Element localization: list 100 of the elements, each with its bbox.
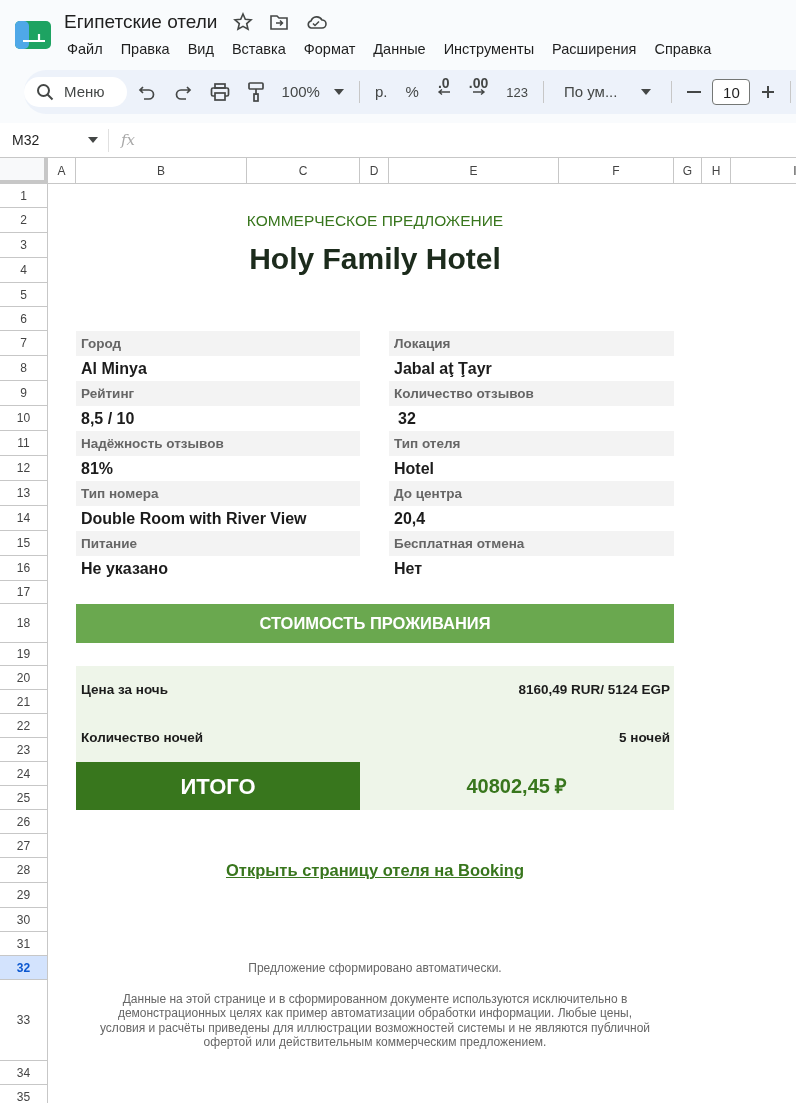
font-size-field[interactable]: 10 [712,79,751,106]
spreadsheet-logo-icon[interactable] [14,20,52,51]
search-icon [36,83,54,102]
column-header[interactable]: H [702,158,731,185]
detail-label: Питание [76,531,360,557]
detail-value: 32 [397,408,417,429]
row-header[interactable]: 18 [0,604,48,644]
row-header[interactable]: 6 [0,307,48,332]
column-header[interactable]: E [389,158,559,185]
column-header[interactable]: A [48,158,76,185]
detail-value: 20,4 [393,508,427,529]
proposal-subtitle: КОММЕРЧЕСКОЕ ПРЕДЛОЖЕНИЕ [245,211,505,232]
caret-icon [333,89,344,96]
row-header[interactable]: 23 [0,738,48,763]
row-header[interactable]: 24 [0,762,48,787]
total-value: 40802,45 ₽ [465,774,569,800]
row-header[interactable]: 20 [0,666,48,691]
search-menu-field[interactable]: Меню [24,77,127,108]
detail-value: Jabal aţ Ţayr [393,358,493,379]
row-header[interactable]: 5 [0,283,48,308]
detail-value: 81% [80,458,115,479]
percent-format-button[interactable]: % [398,77,426,108]
column-header[interactable]: G [674,158,702,185]
row-header[interactable]: 1 [0,184,48,209]
plus-icon [761,85,776,100]
row-header[interactable]: 17 [0,581,48,605]
arrow-left-icon [436,89,451,96]
paint-roller-icon [247,82,264,103]
detail-value: Hotel [393,458,435,479]
zoom-dropdown[interactable]: 100% [274,77,351,108]
print-icon [209,83,230,102]
menu-item[interactable]: Вставка [222,36,295,63]
row-header[interactable]: 13 [0,481,48,507]
menu-item[interactable]: Правка [111,36,179,63]
column-header[interactable]: C [247,158,360,185]
row-header[interactable]: 14 [0,506,48,532]
detail-label: Рейтинг [76,381,360,407]
hotel-title: Holy Family Hotel [248,240,502,277]
row-header[interactable]: 19 [0,643,48,667]
font-dropdown[interactable]: По ум... [551,77,664,108]
row-header[interactable]: 26 [0,810,48,835]
detail-value: 8,5 / 10 [80,408,136,429]
star-icon[interactable] [233,12,254,33]
row-header[interactable]: 34 [0,1061,48,1086]
row-header[interactable]: 8 [0,356,48,382]
menu-item[interactable]: Справка [645,36,721,63]
row-header[interactable]: 15 [0,531,48,557]
auto-generated-note: Предложение сформировано автоматически. [248,960,502,978]
decrease-decimals-button[interactable]: .0 [429,77,458,108]
row-header[interactable]: 3 [0,233,48,259]
menu-item[interactable]: Инструменты [434,36,544,63]
column-header[interactable]: B [76,158,247,185]
increase-decimals-button[interactable]: .00 [461,77,496,108]
row-header[interactable]: 27 [0,834,48,859]
disclaimer-text: Данные на этой странице и в сформированном документе используются исключительно в демонстрационных целях как пример автоматизации обработки информации. Любые цены, условия и расчёты приведены для иллюстрации возможностей системы и не являются публичной офертой или действительным коммерческим предложением. [98,991,652,1050]
menu-item[interactable]: Формат [294,36,365,63]
row-header[interactable]: 21 [0,690,48,715]
row-header[interactable]: 11 [0,431,48,457]
menu-item[interactable]: Данные [364,36,435,63]
row-header[interactable]: 33 [0,980,48,1062]
column-header[interactable]: D [360,158,389,185]
detail-label: Тип отеля [389,431,674,457]
price-value: 5 ночей [618,729,671,748]
row-header[interactable]: 9 [0,381,48,407]
name-box-field[interactable]: M32 [0,129,108,151]
menu-item[interactable]: Файл [58,36,112,63]
price-label: Количество ночей [80,729,205,748]
row-header[interactable]: 2 [0,208,48,234]
document-title[interactable]: Египетские отели [64,8,218,37]
detail-label: Надёжность отзывов [76,431,360,457]
row-header[interactable]: 31 [0,932,48,957]
total-label: ИТОГО [76,762,360,811]
detail-value: Al Minya [80,358,148,379]
menu-item[interactable]: Расширения [543,36,646,63]
detail-label: Бесплатная отмена [389,531,674,557]
row-header[interactable]: 12 [0,456,48,482]
row-header[interactable]: 32 [0,956,48,981]
row-header[interactable]: 30 [0,908,48,933]
caret-icon [641,89,652,96]
row-header[interactable]: 10 [0,406,48,432]
currency-format-button[interactable]: р. [367,77,395,108]
folder-arrow-icon[interactable] [269,13,290,32]
row-header[interactable]: 22 [0,714,48,739]
detail-label: Тип номера [76,481,360,507]
detail-label: Город [76,331,360,357]
cloud-check-icon[interactable] [305,14,328,31]
row-header[interactable]: 4 [0,258,48,284]
row-header[interactable]: 29 [0,883,48,909]
detail-value: Не указано [80,558,169,579]
detail-label: До центра [389,481,674,507]
row-header[interactable]: 7 [0,331,48,357]
price-label: Цена за ночь [80,681,169,700]
number-format-button[interactable]: 123 [499,77,535,108]
row-header[interactable]: 25 [0,786,48,811]
row-header[interactable]: 16 [0,556,48,582]
column-header[interactable]: F [559,158,674,185]
booking-link[interactable]: Открыть страницу отеля на Booking [226,858,524,884]
menu-item[interactable]: Вид [178,36,223,63]
arrow-right-icon [471,89,486,96]
row-header[interactable]: 28 [0,858,48,884]
